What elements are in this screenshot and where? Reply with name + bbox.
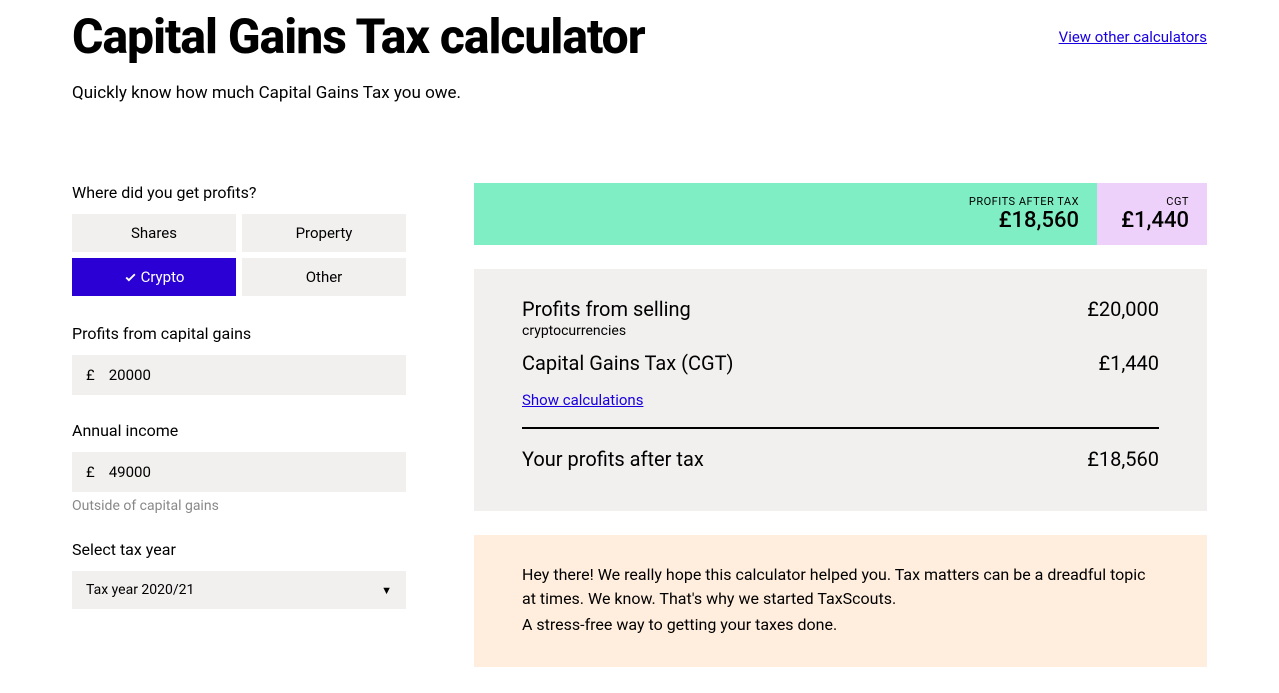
profits-input[interactable] bbox=[109, 355, 406, 395]
income-hint: Outside of capital gains bbox=[72, 498, 406, 514]
option-other[interactable]: Other bbox=[242, 258, 406, 296]
cgt-detail-value: £1,440 bbox=[1098, 351, 1159, 375]
profits-source-label: Where did you get profits? bbox=[72, 183, 406, 202]
page-title: Capital Gains Tax calculator bbox=[72, 8, 645, 65]
profits-selling-value: £20,000 bbox=[1087, 297, 1159, 321]
income-input[interactable] bbox=[109, 452, 406, 492]
option-crypto-label: Crypto bbox=[141, 268, 185, 286]
cgt-label: CGT bbox=[1115, 195, 1189, 208]
currency-prefix: £ bbox=[72, 366, 109, 384]
promo-line1: Hey there! We really hope this calculato… bbox=[522, 563, 1159, 611]
option-crypto[interactable]: Crypto bbox=[72, 258, 236, 296]
summary-cgt: CGT £1,440 bbox=[1097, 183, 1207, 245]
check-icon bbox=[124, 271, 137, 284]
option-property[interactable]: Property bbox=[242, 214, 406, 252]
view-other-calculators-link[interactable]: View other calculators bbox=[1059, 28, 1207, 46]
show-calculations-link[interactable]: Show calculations bbox=[522, 391, 643, 409]
summary-bar: PROFITS AFTER TAX £18,560 CGT £1,440 bbox=[474, 183, 1207, 245]
profits-after-tax-label: PROFITS AFTER TAX bbox=[492, 195, 1079, 208]
profits-after-tax-value: £18,560 bbox=[492, 208, 1079, 233]
profits-source-toggle: Shares Property Crypto Other bbox=[72, 214, 406, 296]
profits-selling-label: Profits from selling bbox=[522, 297, 691, 321]
cgt-detail-label: Capital Gains Tax (CGT) bbox=[522, 351, 734, 375]
currency-prefix: £ bbox=[72, 463, 109, 481]
profits-amount-label: Profits from capital gains bbox=[72, 324, 406, 343]
divider bbox=[522, 427, 1159, 429]
profits-after-tax-detail-label: Your profits after tax bbox=[522, 447, 704, 471]
tax-year-label: Select tax year bbox=[72, 540, 406, 559]
summary-profits-after-tax: PROFITS AFTER TAX £18,560 bbox=[474, 183, 1097, 245]
promo-card: Hey there! We really hope this calculato… bbox=[474, 535, 1207, 667]
cgt-value: £1,440 bbox=[1115, 208, 1189, 233]
tax-year-select[interactable]: Tax year 2020/21 bbox=[86, 582, 392, 598]
option-shares[interactable]: Shares bbox=[72, 214, 236, 252]
income-label: Annual income bbox=[72, 421, 406, 440]
promo-line2: A stress-free way to getting your taxes … bbox=[522, 613, 1159, 637]
page-subtitle: Quickly know how much Capital Gains Tax … bbox=[72, 83, 1207, 103]
detail-card: Profits from selling cryptocurrencies £2… bbox=[474, 269, 1207, 511]
profits-selling-sublabel: cryptocurrencies bbox=[522, 323, 691, 339]
profits-after-tax-detail-value: £18,560 bbox=[1087, 447, 1159, 471]
